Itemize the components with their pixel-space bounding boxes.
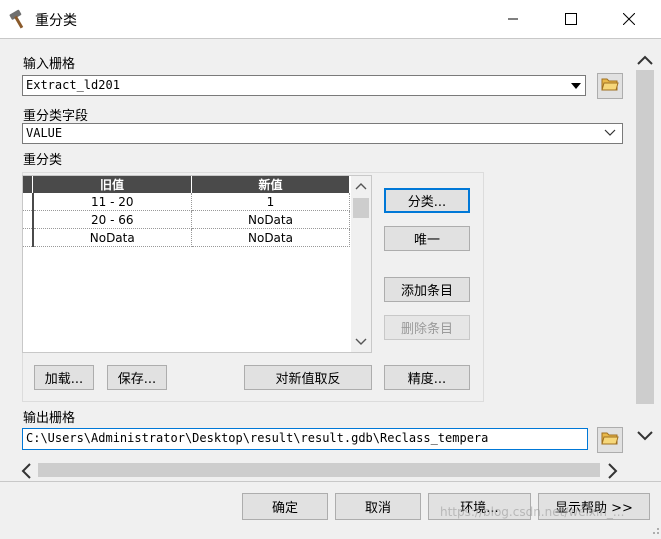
delete-entry-button[interactable]: 删除条目 bbox=[384, 315, 470, 340]
table-row[interactable]: 20 - 66 NoData bbox=[23, 210, 350, 229]
cell-new-value[interactable]: 1 bbox=[191, 193, 350, 211]
load-button[interactable]: 加载... bbox=[34, 365, 94, 390]
input-raster-label: 输入栅格 bbox=[23, 57, 76, 72]
row-header[interactable] bbox=[23, 210, 34, 229]
cancel-button[interactable]: 取消 bbox=[335, 493, 421, 520]
table-scrollbar[interactable] bbox=[351, 176, 371, 352]
output-raster-input[interactable]: C:\Users\Administrator\Desktop\result\re… bbox=[22, 428, 588, 450]
add-entry-button[interactable]: 添加条目 bbox=[384, 277, 470, 302]
scroll-down-icon[interactable] bbox=[637, 430, 653, 446]
row-header-corner bbox=[23, 176, 33, 193]
reclassification-label: 重分类 bbox=[23, 153, 63, 168]
unique-button[interactable]: 唯一 bbox=[384, 226, 470, 251]
classify-button[interactable]: 分类... bbox=[384, 188, 470, 213]
scroll-thumb[interactable] bbox=[353, 198, 369, 218]
cell-new-value[interactable]: NoData bbox=[191, 228, 350, 247]
scroll-thumb[interactable] bbox=[38, 463, 600, 477]
chevron-down-icon[interactable] bbox=[566, 76, 585, 95]
watermark: https://blog.csdn.net/weixin_... bbox=[440, 505, 625, 519]
footer-divider bbox=[0, 481, 661, 482]
title-divider bbox=[0, 38, 661, 39]
reclass-table-container: 旧值 新值 11 - 20 1 20 - 66 NoData NoData No… bbox=[22, 175, 372, 353]
row-header[interactable] bbox=[23, 228, 34, 247]
cell-old-value[interactable]: 11 - 20 bbox=[32, 193, 192, 211]
resize-grip-icon[interactable] bbox=[648, 523, 660, 539]
title-bar: 重分类 bbox=[0, 0, 661, 38]
row-header[interactable] bbox=[23, 193, 34, 211]
precision-button[interactable]: 精度... bbox=[384, 365, 470, 390]
scroll-right-icon[interactable] bbox=[607, 463, 619, 483]
scroll-thumb[interactable] bbox=[636, 70, 654, 404]
table-row[interactable]: 11 - 20 1 bbox=[23, 193, 350, 211]
hammer-icon bbox=[8, 8, 30, 30]
save-button[interactable]: 保存... bbox=[107, 365, 167, 390]
reclass-table: 旧值 新值 11 - 20 1 20 - 66 NoData NoData No… bbox=[23, 176, 350, 247]
scroll-up-icon[interactable] bbox=[637, 54, 653, 70]
scroll-down-icon[interactable] bbox=[355, 336, 367, 351]
input-raster-browse-button[interactable] bbox=[597, 73, 623, 99]
output-raster-value: C:\Users\Administrator\Desktop\result\re… bbox=[26, 431, 489, 445]
open-folder-icon bbox=[601, 76, 619, 96]
minimize-button[interactable] bbox=[488, 0, 538, 38]
scroll-left-icon[interactable] bbox=[20, 463, 32, 483]
scroll-up-icon[interactable] bbox=[355, 180, 367, 195]
cell-old-value[interactable]: NoData bbox=[32, 228, 192, 247]
chevron-down-icon bbox=[604, 126, 616, 144]
reclass-field-value: VALUE bbox=[26, 126, 63, 140]
maximize-button[interactable] bbox=[546, 0, 596, 38]
input-raster-value: Extract_ld201 bbox=[26, 78, 120, 92]
open-folder-icon bbox=[601, 430, 619, 450]
reclass-field-label: 重分类字段 bbox=[23, 109, 89, 124]
window-title: 重分类 bbox=[35, 13, 77, 29]
dialog-horizontal-scrollbar[interactable] bbox=[18, 460, 622, 480]
output-raster-label: 输出栅格 bbox=[23, 411, 76, 426]
close-button[interactable] bbox=[604, 0, 654, 38]
table-header-row: 旧值 新值 bbox=[23, 176, 350, 193]
cell-old-value[interactable]: 20 - 66 bbox=[32, 210, 192, 229]
ok-button[interactable]: 确定 bbox=[242, 493, 328, 520]
input-raster-combobox[interactable]: Extract_ld201 bbox=[22, 75, 586, 96]
dialog-vertical-scrollbar[interactable] bbox=[634, 50, 656, 458]
cell-new-value[interactable]: NoData bbox=[191, 210, 350, 229]
output-raster-browse-button[interactable] bbox=[597, 427, 623, 453]
reclass-field-select[interactable]: VALUE bbox=[22, 123, 623, 144]
column-header-new[interactable]: 新值 bbox=[191, 176, 350, 193]
reverse-new-values-button[interactable]: 对新值取反 bbox=[244, 365, 372, 390]
column-header-old[interactable]: 旧值 bbox=[32, 176, 192, 193]
table-row[interactable]: NoData NoData bbox=[23, 228, 350, 247]
